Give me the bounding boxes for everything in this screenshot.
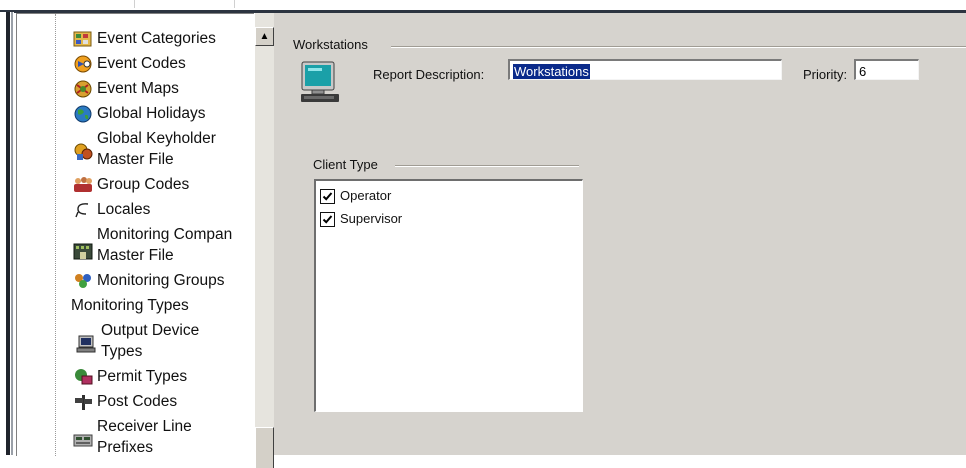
supervisor-checkbox[interactable]: [320, 212, 335, 227]
tree-item-label-line1: Receiver Line: [97, 418, 192, 435]
supervisor-label: Supervisor: [340, 211, 403, 226]
tree-item-label-line2: Prefixes: [97, 439, 153, 456]
client-type-list[interactable]: Operator Supervisor: [314, 179, 583, 412]
tree-item-label-line2: Master File: [97, 247, 174, 264]
receiver-icon: [72, 431, 94, 451]
tree-item-label: Permit Types: [97, 368, 188, 385]
tree-item-label: Post Codes: [97, 393, 178, 410]
report-description-value: Workstations: [513, 64, 590, 79]
scroll-up-arrow-icon: ▲: [259, 31, 270, 42]
tree-item-label: Monitoring Types: [71, 297, 189, 314]
client-type-separator: [395, 165, 579, 167]
tree-item-label: Group Codes: [97, 176, 190, 193]
tree-item-label: Event Categories: [97, 30, 216, 47]
output-device-icon: [76, 334, 98, 354]
monitoring-groups-icon: [72, 271, 94, 291]
building-icon: [72, 241, 94, 261]
globe-icon: [72, 104, 94, 124]
event-maps-icon: [72, 79, 94, 99]
tree-item-label: Event Codes: [97, 55, 186, 72]
tree-vertical-scrollbar[interactable]: ▲: [254, 13, 274, 468]
locale-icon: [72, 200, 94, 220]
tree-item-label-line2: Types: [101, 343, 143, 360]
navigation-tree[interactable]: Event Categories Event Codes Event Maps …: [16, 13, 255, 456]
tree-item-label: Event Maps: [97, 80, 179, 97]
top-divider-mark: [134, 0, 135, 8]
keyholder-icon: [72, 142, 94, 162]
priority-input[interactable]: 6: [854, 59, 919, 80]
priority-value: 6: [859, 64, 867, 79]
tree-guide-line: [55, 14, 56, 456]
scroll-thumb[interactable]: [255, 427, 274, 468]
tree-item-label-line2: Master File: [97, 151, 174, 168]
tree-item-label: Locales: [97, 201, 151, 218]
top-divider-mark: [234, 0, 235, 8]
folder-tags-icon: [72, 29, 94, 49]
priority-label: Priority:: [803, 67, 848, 82]
event-codes-icon: [72, 54, 94, 74]
group-separator: [391, 46, 966, 48]
details-panel: Workstations Report Description: Worksta…: [274, 13, 966, 455]
permit-icon: [72, 367, 94, 387]
workstations-group-title: Workstations: [293, 37, 368, 52]
tree-item-label: Global Holidays: [97, 105, 206, 122]
report-description-label: Report Description:: [373, 67, 485, 82]
operator-label: Operator: [340, 188, 392, 203]
tree-item-label-line1: Output Device: [101, 322, 200, 339]
tree-item-label-line1: Monitoring Compan: [97, 226, 233, 243]
group-people-icon: [72, 175, 94, 195]
scroll-up-button[interactable]: ▲: [255, 27, 274, 46]
workstation-computer-icon: [298, 60, 342, 111]
operator-checkbox[interactable]: [320, 189, 335, 204]
window-left-border: [0, 12, 14, 455]
tree-item-label-line1: Global Keyholder: [97, 130, 216, 147]
post-codes-icon: [72, 392, 94, 412]
report-description-input[interactable]: Workstations: [508, 59, 782, 80]
client-type-group-title: Client Type: [313, 157, 378, 172]
tree-item-label: Monitoring Groups: [97, 272, 225, 289]
